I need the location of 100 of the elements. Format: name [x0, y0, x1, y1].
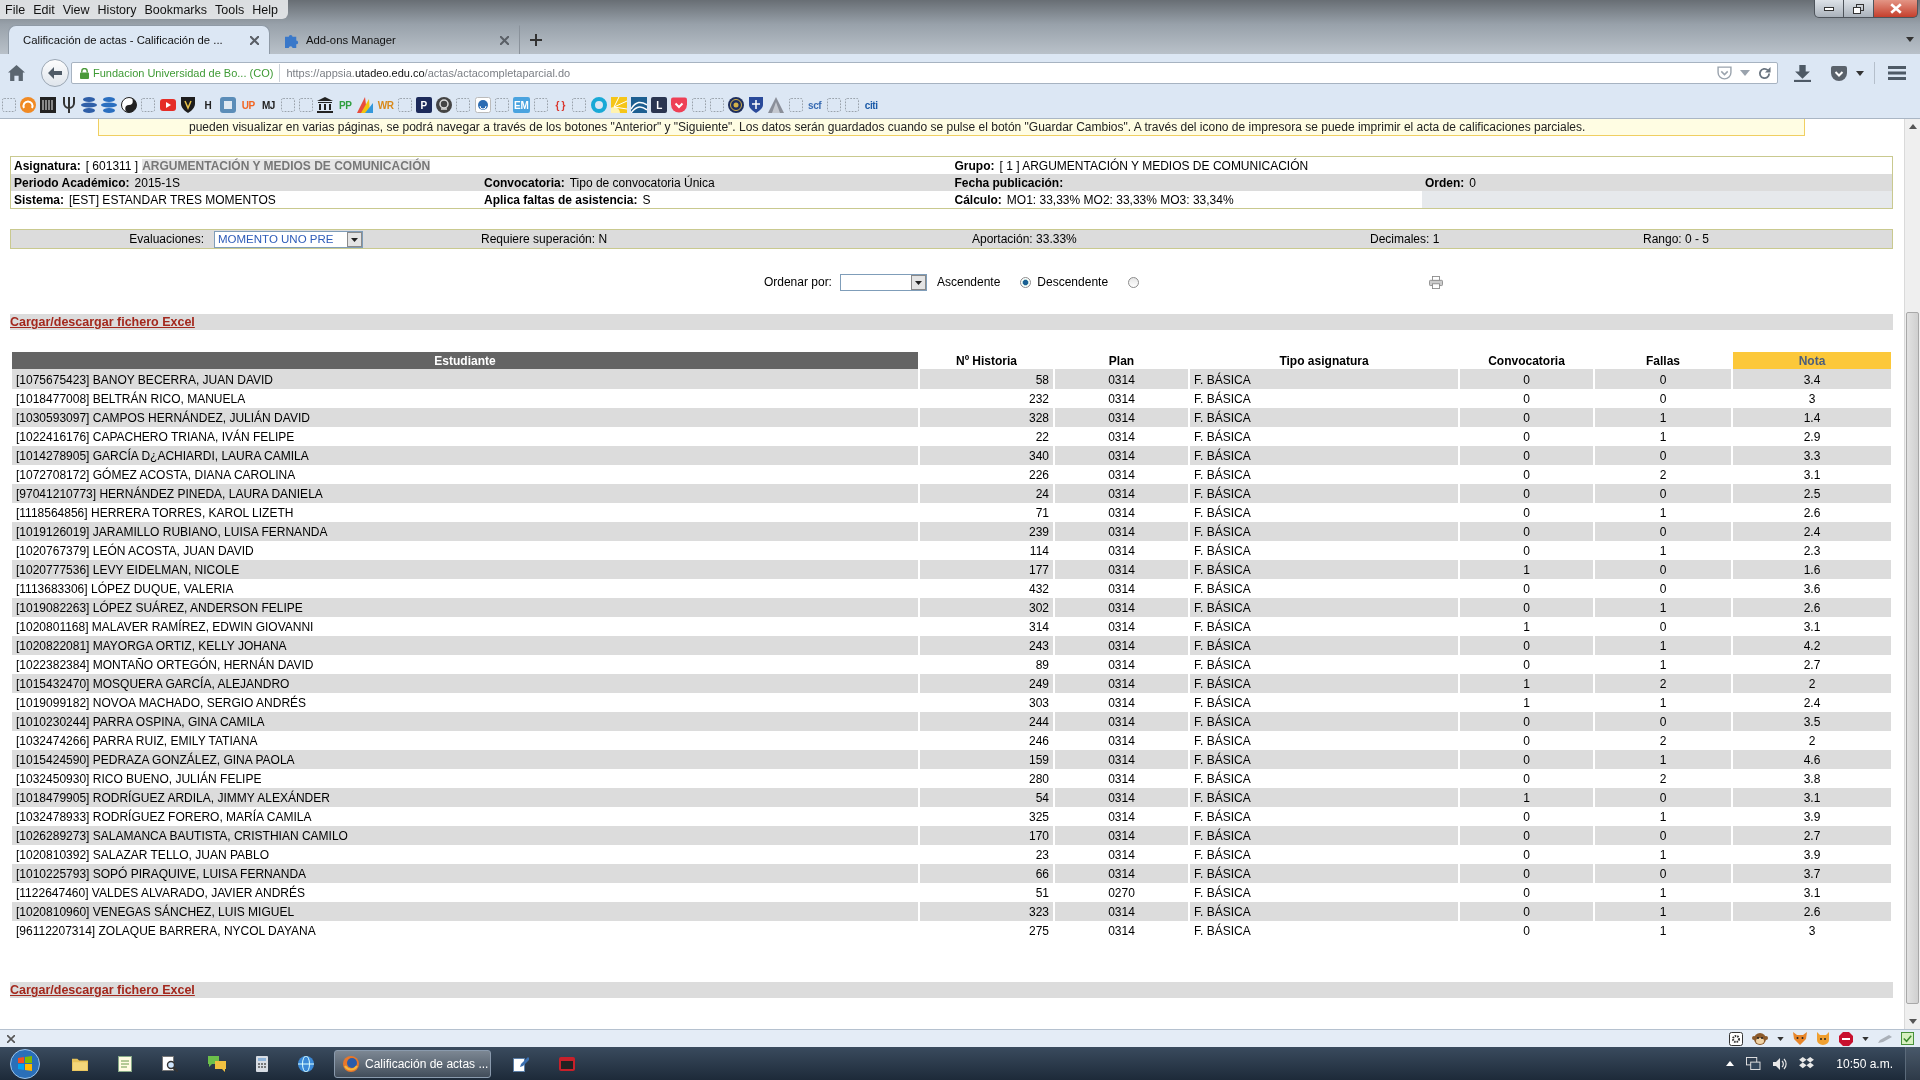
diamonds-icon[interactable] — [1799, 1057, 1815, 1070]
chat-bubbles-icon[interactable] — [208, 1055, 226, 1072]
radio-label[interactable]: Descendente — [1037, 275, 1109, 289]
table-cell-text: 0314 — [1107, 922, 1136, 940]
menu-item[interactable]: File — [1, 2, 30, 17]
table-cell: [1026289273] SALAMANCA BAUTISTA, CRISTHIAN CAMILO — [12, 826, 918, 845]
down-arrow-icon[interactable] — [1908, 1019, 1917, 1024]
bookmark-logo[interactable]: P — [415, 97, 432, 113]
table-cell: 1 — [1595, 598, 1731, 617]
stacked-discs-icon[interactable] — [100, 97, 117, 113]
reload-icon[interactable] — [1758, 66, 1771, 80]
menu-icon[interactable] — [1888, 66, 1906, 80]
network-icon[interactable] — [1746, 1057, 1762, 1070]
cat-face-icon[interactable] — [1816, 1032, 1830, 1045]
radio-button[interactable] — [1128, 276, 1140, 288]
new-tab-button[interactable] — [530, 34, 542, 46]
dropdown-arrow-icon[interactable] — [1777, 1036, 1784, 1041]
notepad-icon[interactable] — [118, 1055, 132, 1072]
table-cell: [1010225793] SOPÓ PIRAQUIVE, LUISA FERNANDA — [12, 864, 918, 883]
wave-icon[interactable] — [631, 97, 647, 113]
dropdown-arrow-icon[interactable] — [1856, 70, 1864, 76]
excel-link[interactable]: Cargar/descargar fichero Excel — [10, 315, 195, 329]
yin-yang-icon[interactable] — [121, 97, 138, 113]
url-text[interactable]: https://appsia.utadeo.edu.co/actas/actacompletaparcial.do — [286, 67, 571, 79]
document-search-icon[interactable] — [162, 1055, 178, 1072]
radio-label[interactable]: Ascendente — [936, 275, 1001, 289]
up-arrow-icon[interactable] — [1908, 124, 1917, 129]
scrollbar-thumb[interactable] — [1906, 312, 1919, 1004]
striped-square-icon[interactable] — [40, 97, 57, 113]
close-tab-icon[interactable] — [250, 35, 259, 45]
restore-button[interactable] — [1844, 0, 1874, 18]
excel-link[interactable]: Cargar/descargar fichero Excel — [10, 983, 195, 997]
start-orb-icon[interactable] — [10, 1048, 40, 1079]
table-cell: [1015424590] PEDRAZA GONZÁLEZ, GINA PAOLA — [12, 750, 918, 769]
badge-icon[interactable] — [436, 97, 453, 113]
bookmark-logo[interactable]: citi — [863, 97, 880, 113]
printer-icon[interactable] — [1429, 275, 1444, 289]
close-icon[interactable] — [7, 1034, 15, 1043]
bookmark-logo[interactable]: H — [199, 97, 216, 113]
note-pencil-icon[interactable] — [513, 1055, 529, 1072]
chevron-badge-icon[interactable] — [1831, 65, 1847, 81]
app-window-icon[interactable] — [559, 1056, 575, 1071]
clock-text[interactable]: 10:50 a.m. — [1836, 1056, 1893, 1071]
sort-select[interactable] — [839, 273, 927, 291]
dropdown-arrow-icon[interactable] — [1906, 37, 1914, 42]
bookmark-logo[interactable]: scf — [806, 97, 823, 113]
table-cell-text: 0 — [1522, 808, 1531, 826]
chevron-badge-icon[interactable] — [1717, 66, 1732, 80]
bookmark-logo[interactable]: L — [651, 97, 668, 113]
menu-item[interactable]: Tools — [211, 2, 249, 17]
table-cell-text: F. BÁSICA — [1193, 504, 1252, 522]
back-button[interactable] — [41, 59, 69, 87]
table-cell: [1030593097] CAMPOS HERNÁNDEZ, JULIÁN DAVID — [12, 408, 918, 427]
evaluation-select[interactable]: MOMENTO UNO PRE — [214, 230, 363, 248]
table-cell: F. BÁSICA — [1190, 369, 1458, 389]
building-icon[interactable] — [317, 97, 333, 113]
close-window-button[interactable] — [1874, 0, 1918, 18]
chevron-badge-icon[interactable] — [671, 97, 688, 113]
gear-tile-icon[interactable] — [1729, 1031, 1743, 1046]
calculator-icon[interactable] — [256, 1055, 268, 1072]
book-icon[interactable] — [357, 97, 374, 113]
stop-sign-icon[interactable] — [1839, 1031, 1853, 1046]
bookmark-logo[interactable]: MJ — [260, 97, 277, 113]
menu-item[interactable]: Edit — [29, 2, 59, 17]
square-tile-icon[interactable] — [220, 97, 237, 113]
fork-icon[interactable] — [60, 97, 77, 113]
table-cell: 0 — [1460, 446, 1593, 465]
home-icon[interactable] — [8, 65, 25, 81]
browser-tab[interactable]: Calificación de actas - Calificación de ... — [8, 25, 270, 54]
speaker-icon[interactable] — [1773, 1057, 1788, 1070]
menu-item[interactable]: View — [58, 2, 94, 17]
globe-icon[interactable] — [298, 1055, 314, 1072]
bookmark-logo[interactable]: { } — [552, 97, 569, 113]
table-cell-text: 0 — [1522, 770, 1531, 788]
download-icon[interactable] — [1794, 64, 1811, 82]
menu-item[interactable]: History — [93, 2, 141, 17]
table-cell: F. BÁSICA — [1190, 864, 1458, 883]
table-cell-text: 51 — [1034, 884, 1050, 902]
radio-button[interactable] — [1020, 276, 1032, 288]
monkey-face-icon[interactable] — [1752, 1031, 1768, 1046]
minimize-button[interactable] — [1814, 0, 1844, 18]
check-tile-icon[interactable] — [1901, 1032, 1914, 1045]
table-cell: 1 — [1595, 902, 1731, 921]
taskbar-window-button[interactable]: Calificación de actas ... — [334, 1049, 491, 1078]
fox-face-icon[interactable] — [1793, 1032, 1807, 1045]
scrollbar[interactable] — [1904, 119, 1920, 1029]
dropdown-arrow-icon[interactable] — [1862, 1036, 1869, 1041]
close-tab-icon[interactable] — [500, 35, 509, 45]
menu-item[interactable]: Bookmarks — [140, 2, 211, 17]
up-arrow-icon[interactable] — [1726, 1061, 1735, 1066]
table-cell: 3.5 — [1733, 712, 1891, 731]
table-cell: 54 — [920, 788, 1053, 807]
menu-item[interactable]: Help — [248, 2, 282, 17]
seal-icon[interactable] — [727, 97, 744, 113]
circle-icon[interactable] — [474, 97, 491, 113]
site-identity-button[interactable]: Fundacion Universidad de Bo... (CO) — [72, 64, 281, 82]
shield-icon[interactable] — [748, 97, 765, 113]
play-button-icon[interactable] — [159, 97, 176, 113]
shield-icon[interactable] — [179, 97, 196, 113]
stacked-discs-icon[interactable] — [80, 97, 97, 113]
